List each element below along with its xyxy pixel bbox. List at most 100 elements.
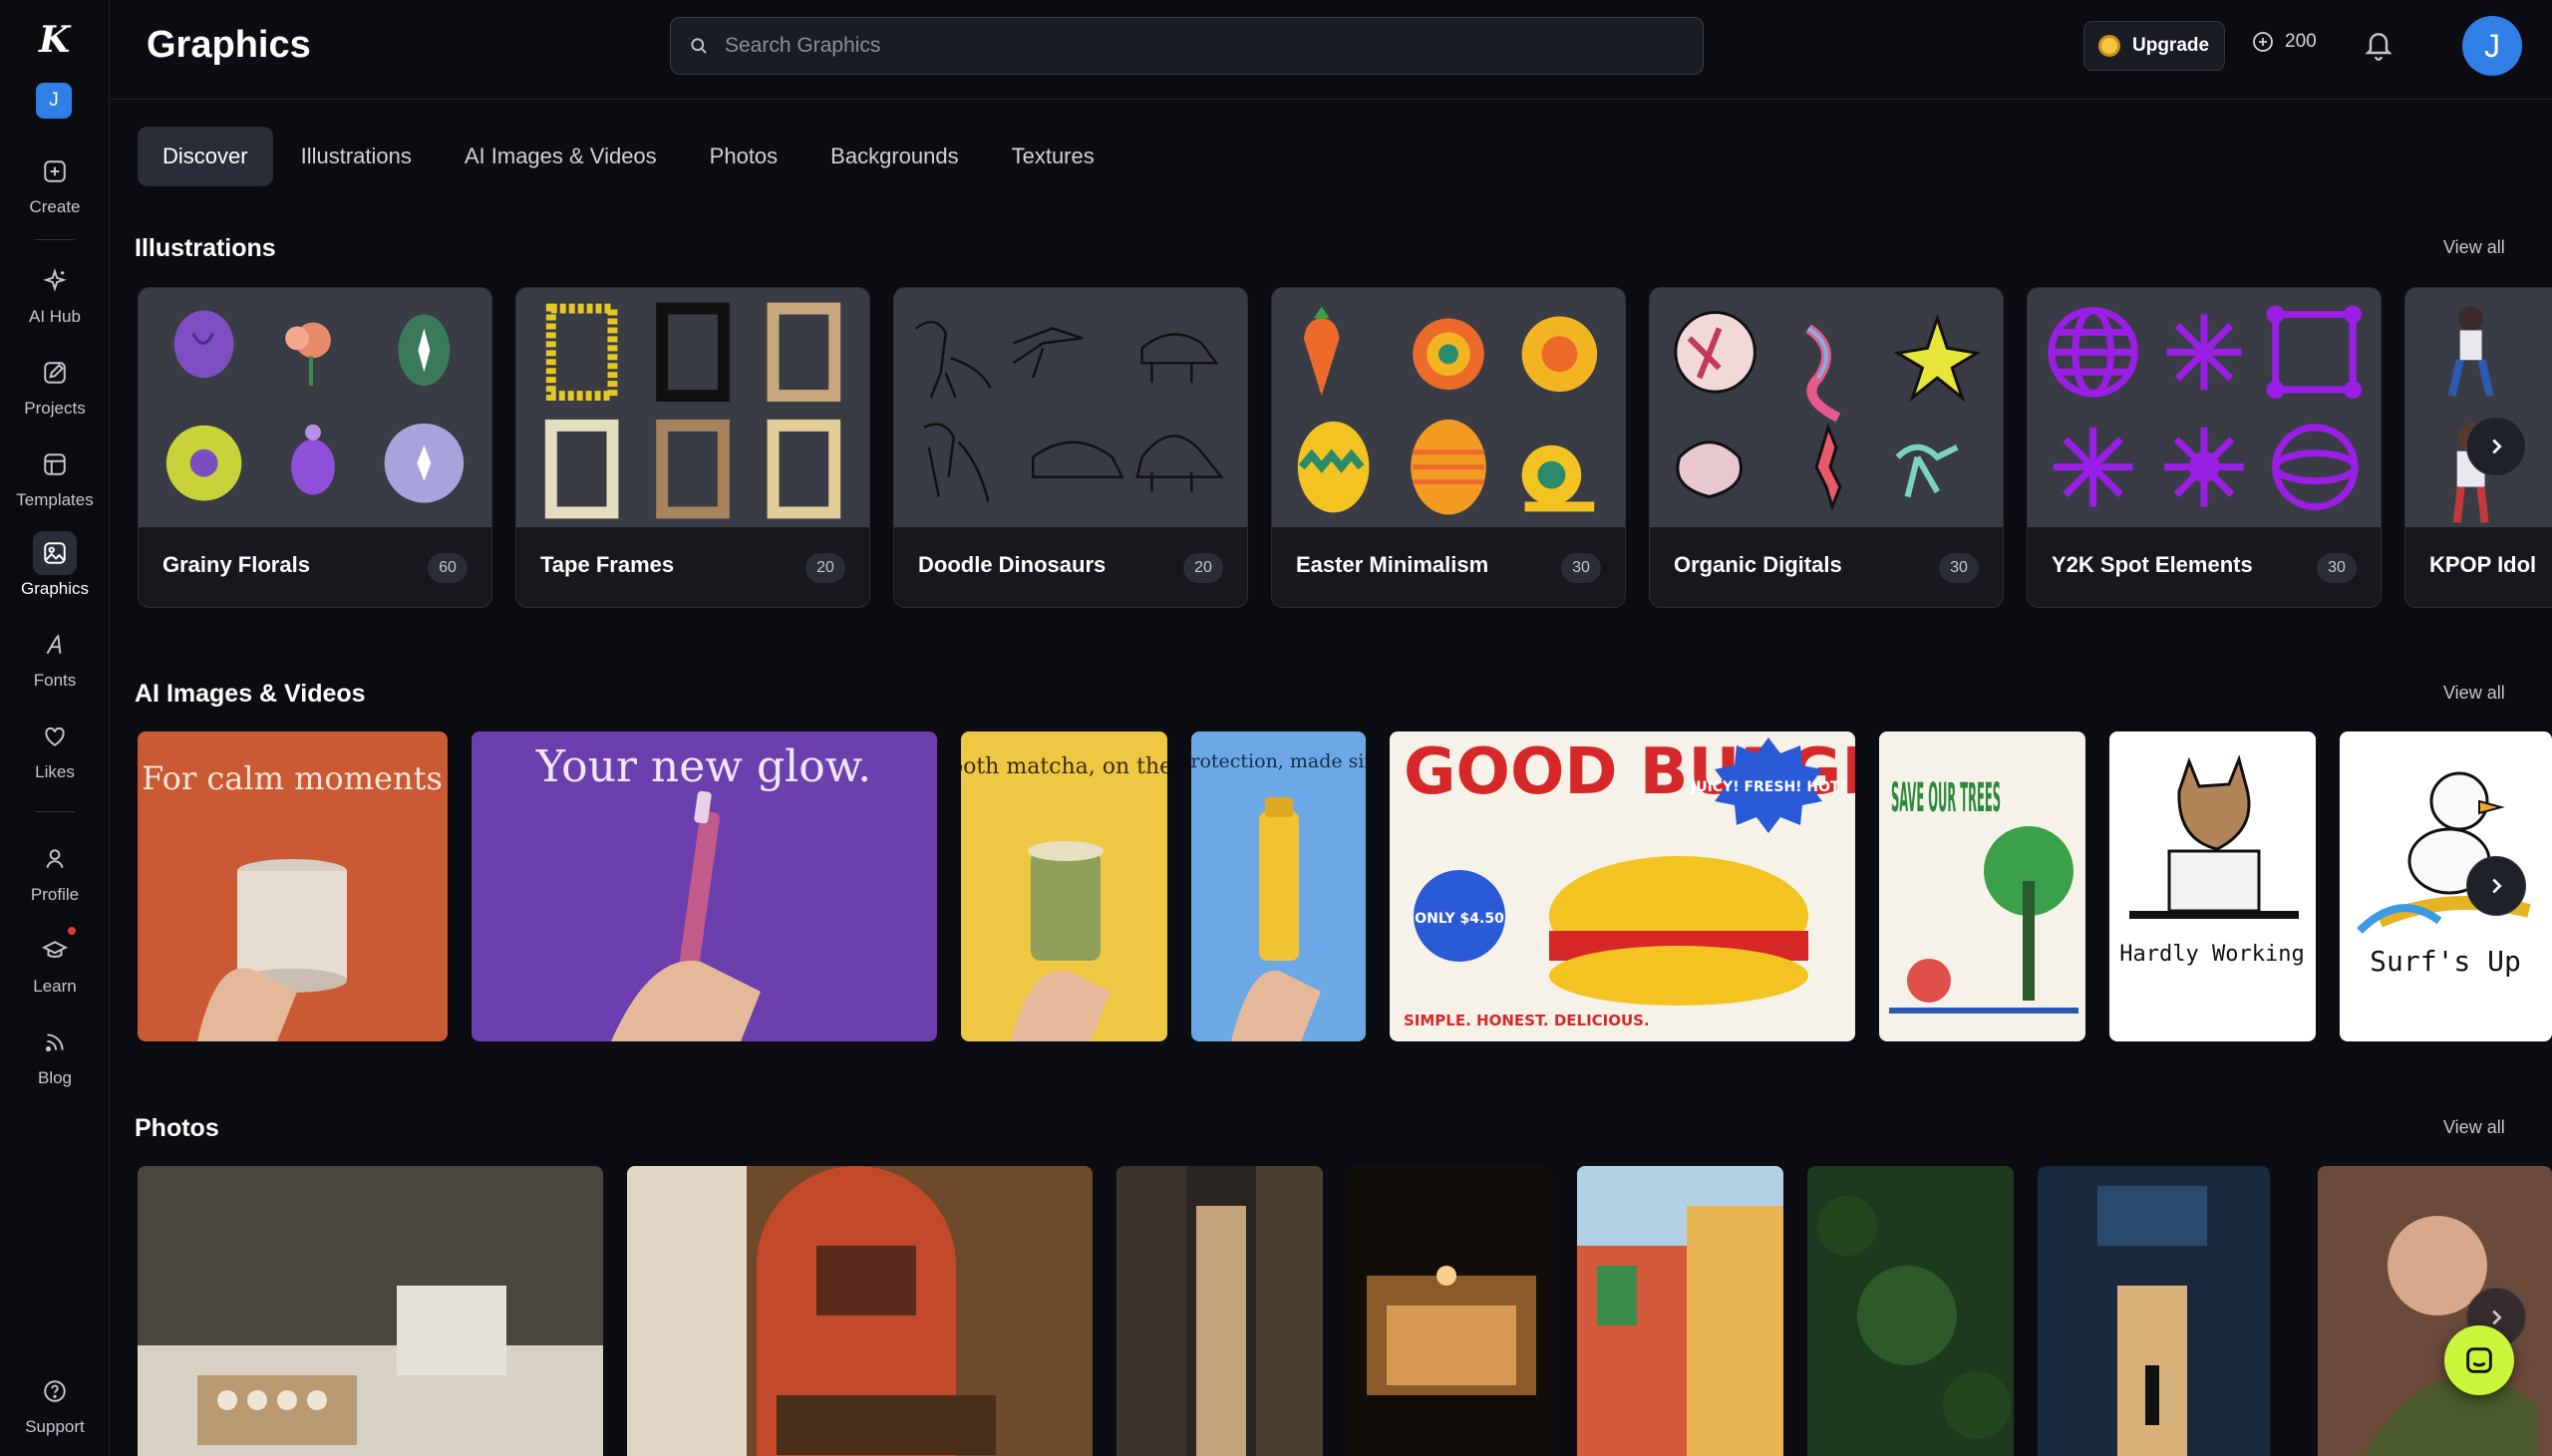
subway-entrance-photo: [2038, 1166, 2270, 1456]
svg-text:ONLY $4.50: ONLY $4.50: [1415, 911, 1504, 927]
sidebar-item-support[interactable]: Support: [0, 1369, 110, 1445]
credits-plus-icon: [2253, 32, 2273, 52]
illustration-card[interactable]: Easter Minimalism 30: [1271, 287, 1626, 608]
card-title: Doodle Dinosaurs: [918, 552, 1107, 577]
illustration-card[interactable]: Organic Digitals 30: [1649, 287, 2004, 608]
photo-card[interactable]: [1116, 1166, 1323, 1456]
ai-image-card[interactable]: GOOD BURGER JUICY! FRESH! HOT! ONLY $4.5…: [1390, 731, 1855, 1041]
ai-images-next-button[interactable]: [2466, 856, 2526, 916]
view-all-ai-link[interactable]: View all: [2443, 683, 2505, 704]
illustration-card[interactable]: Doodle Dinosaurs 20: [893, 287, 1248, 608]
credits-counter[interactable]: 200: [2251, 30, 2317, 54]
sidebar-item-label: Fonts: [33, 671, 77, 690]
workspace-badge[interactable]: J: [36, 83, 72, 119]
card-thumbnail: [2405, 288, 2552, 527]
svg-text:Hardly Working: Hardly Working: [2119, 942, 2304, 967]
svg-text:Your new glow.: Your new glow.: [535, 741, 871, 792]
card-title: Grainy Florals: [162, 552, 310, 577]
credits-value: 200: [2285, 31, 2317, 52]
photo-card[interactable]: [138, 1166, 603, 1456]
illustration-card[interactable]: Grainy Florals 60: [138, 287, 492, 608]
sidebar-item-label: AI Hub: [29, 307, 81, 326]
sidebar-item-label: Blog: [37, 1068, 73, 1087]
illustration-card[interactable]: Y2K Spot Elements 30: [2027, 287, 2382, 608]
sidebar-item-label: Projects: [24, 399, 86, 418]
card-title: Tape Frames: [540, 552, 675, 577]
coin-icon: [2098, 35, 2120, 57]
card-thumbnail: [2028, 288, 2381, 527]
svg-text:Smooth matcha, on the go.: Smooth matcha, on the go.: [961, 754, 1167, 779]
living-room-photo: [627, 1166, 1093, 1456]
help-circle-icon: [33, 1369, 77, 1413]
tab-textures[interactable]: Textures: [987, 127, 1119, 186]
sidebar-item-likes[interactable]: Likes: [0, 715, 110, 790]
ai-image-card[interactable]: Your new glow.: [472, 731, 937, 1041]
illustrations-next-button[interactable]: [2466, 417, 2526, 476]
ai-image-card[interactable]: For calm moments: [138, 731, 448, 1041]
doodle-dinosaurs-preview: [894, 288, 1247, 527]
good-burger-poster-image: GOOD BURGER JUICY! FRESH! HOT! ONLY $4.5…: [1390, 731, 1855, 1041]
card-thumbnail: [1272, 288, 1625, 527]
svg-text:For calm moments: For calm moments: [142, 759, 443, 797]
card-thumbnail: [894, 288, 1247, 527]
sidebar-item-ai-hub[interactable]: AI Hub: [0, 259, 110, 335]
sidebar-item-learn[interactable]: Learn: [0, 929, 110, 1005]
tab-illustrations[interactable]: Illustrations: [276, 127, 437, 186]
section-title-photos: Photos: [135, 1114, 219, 1142]
lip-gloss-ad-image: Your new glow.: [472, 731, 937, 1041]
ai-image-card[interactable]: SAVE OUR TREES: [1879, 731, 2085, 1041]
photos-row: [138, 1166, 2552, 1456]
grainy-florals-preview: [139, 288, 491, 527]
rss-icon: [33, 1020, 77, 1064]
hardly-working-illustration-image: Hardly Working: [2109, 731, 2316, 1041]
chevron-right-icon: [2492, 438, 2502, 454]
section-title-illustrations: Illustrations: [135, 234, 276, 262]
font-icon: [33, 623, 77, 667]
city-signs-photo: [1577, 1166, 1783, 1456]
notifications-button[interactable]: [2363, 27, 2394, 68]
ai-image-card[interactable]: sun protection, made simple.: [1191, 731, 1366, 1041]
search-input[interactable]: [725, 34, 1622, 58]
photo-card[interactable]: [1577, 1166, 1783, 1456]
tab-discover[interactable]: Discover: [138, 127, 273, 186]
tab-backgrounds[interactable]: Backgrounds: [805, 127, 983, 186]
photo-card[interactable]: [627, 1166, 1093, 1456]
chevron-right-icon: [2492, 878, 2502, 894]
view-all-photos-link[interactable]: View all: [2443, 1117, 2505, 1138]
user-avatar[interactable]: J: [2462, 16, 2522, 76]
illustration-card[interactable]: Tape Frames 20: [515, 287, 870, 608]
search-bar[interactable]: [670, 17, 1704, 75]
kpop-idol-preview: [2405, 288, 2552, 527]
svg-text:JUICY! FRESH! HOT!: JUICY! FRESH! HOT!: [1690, 779, 1846, 795]
sidebar-item-projects[interactable]: Projects: [0, 351, 110, 427]
sidebar-item-label: Templates: [16, 490, 94, 509]
svg-text:sun protection, made simple.: sun protection, made simple.: [1191, 750, 1366, 772]
matcha-ad-image: Smooth matcha, on the go.: [961, 731, 1167, 1041]
brand-logo[interactable]: K: [33, 17, 77, 61]
sidebar-item-templates[interactable]: Templates: [0, 442, 110, 518]
view-all-illustrations-link[interactable]: View all: [2443, 237, 2505, 258]
y2k-spot-elements-preview: [2028, 288, 2381, 527]
tab-ai-images-videos[interactable]: AI Images & Videos: [440, 127, 682, 186]
sparkle-icon: [33, 259, 77, 303]
sidebar-item-profile[interactable]: Profile: [0, 837, 110, 913]
photo-card[interactable]: [1807, 1166, 2014, 1456]
svg-text:K: K: [38, 19, 72, 61]
chat-icon: [2466, 1347, 2492, 1373]
sidebar-item-graphics[interactable]: Graphics: [0, 531, 110, 607]
card-thumbnail: [139, 288, 491, 527]
sidebar-item-fonts[interactable]: Fonts: [0, 623, 110, 699]
ai-image-card[interactable]: Hardly Working: [2109, 731, 2316, 1041]
sidebar-item-label: Learn: [33, 977, 77, 996]
photo-card[interactable]: [2038, 1166, 2270, 1456]
chat-support-button[interactable]: [2444, 1325, 2514, 1395]
ai-image-card[interactable]: Smooth matcha, on the go.: [961, 731, 1167, 1041]
section-title-ai: AI Images & Videos: [135, 680, 366, 708]
upgrade-button[interactable]: Upgrade: [2083, 21, 2225, 71]
page-title: Graphics: [147, 24, 311, 66]
tab-photos[interactable]: Photos: [685, 127, 803, 186]
sidebar-item-create[interactable]: Create: [0, 149, 110, 225]
image-icon: [33, 531, 77, 575]
photo-card[interactable]: [1347, 1166, 1553, 1456]
sidebar-item-blog[interactable]: Blog: [0, 1020, 110, 1096]
